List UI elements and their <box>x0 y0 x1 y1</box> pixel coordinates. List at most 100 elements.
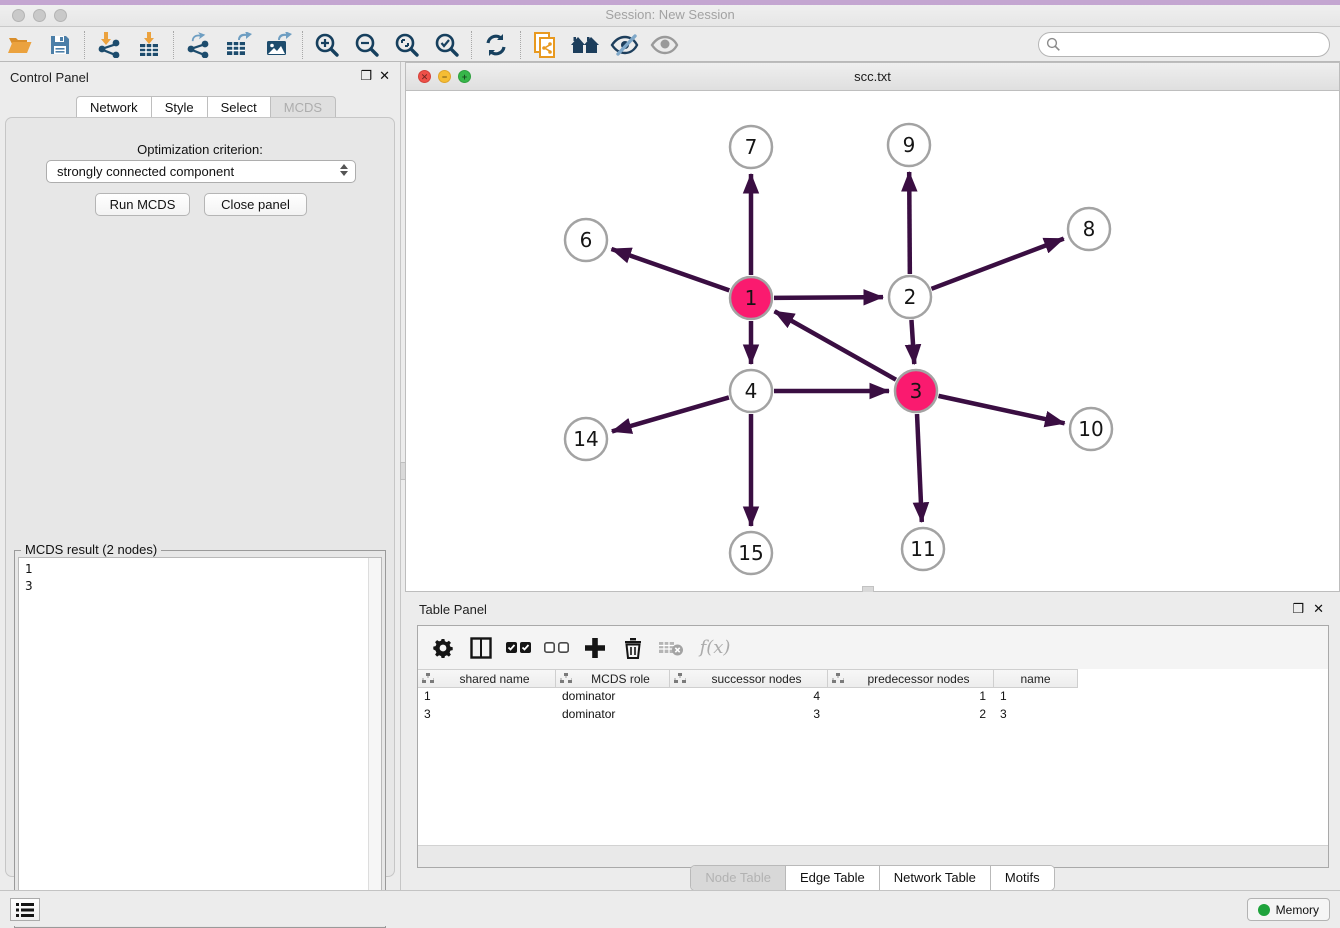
control-panel-close-icon[interactable]: ✕ <box>379 68 390 84</box>
deselect-all-icon[interactable] <box>540 633 574 663</box>
tree-hierarchy-icon <box>674 673 690 684</box>
table-cell[interactable]: 3 <box>994 706 1078 724</box>
toolbar-separator <box>520 31 521 59</box>
criterion-select[interactable]: strongly connected component <box>46 160 356 183</box>
split-columns-icon[interactable] <box>464 633 498 663</box>
search-input[interactable] <box>1038 32 1330 57</box>
table-cell[interactable]: 1 <box>828 688 994 706</box>
table-cell[interactable]: 1 <box>994 688 1078 706</box>
show-all-icon[interactable] <box>645 30 685 60</box>
control-panel-float-icon[interactable]: ❒ <box>360 68 372 84</box>
table-panel-header: Table Panel ❒ ✕ <box>405 592 1340 620</box>
main-toolbar <box>0 28 1340 62</box>
import-table-icon[interactable] <box>129 30 169 60</box>
table-panel-close-icon[interactable]: ✕ <box>1313 601 1324 617</box>
export-image-icon[interactable] <box>258 30 298 60</box>
network-canvas[interactable]: 1234678910111415 <box>406 91 1339 591</box>
table-row[interactable]: 3dominator323 <box>418 706 1328 724</box>
table-panel: Table Panel ❒ ✕ <box>405 592 1340 890</box>
right-region: ✕ − + scc.txt 1234678910111415 Table Pan… <box>405 62 1340 890</box>
open-session-icon[interactable] <box>0 30 40 60</box>
graph-edge-1-2[interactable] <box>774 297 883 298</box>
graph-node-label-14: 14 <box>573 427 598 451</box>
close-panel-button[interactable]: Close panel <box>204 193 307 216</box>
hide-selected-icon[interactable] <box>605 30 645 60</box>
table-cell[interactable]: 4 <box>670 688 828 706</box>
graph-edge-3-10[interactable] <box>938 396 1064 423</box>
graph-edge-2-3[interactable] <box>911 320 914 364</box>
zoom-fit-icon[interactable] <box>387 30 427 60</box>
graph-edge-3-1[interactable] <box>775 311 896 379</box>
control-panel: Control Panel ❒ ✕ NetworkStyleSelectMCDS… <box>0 62 400 890</box>
status-bar: Memory <box>0 890 1340 926</box>
table-cell[interactable]: 3 <box>670 706 828 724</box>
delete-table-icon <box>654 633 688 663</box>
tab-edge-table[interactable]: Edge Table <box>786 866 880 890</box>
tab-network[interactable]: Network <box>76 96 151 118</box>
graph-edge-2-8[interactable] <box>932 239 1064 289</box>
mcds-panel: Optimization criterion: strongly connect… <box>5 117 395 877</box>
table-panel-float-icon[interactable]: ❒ <box>1292 601 1304 617</box>
table-cell[interactable]: dominator <box>556 706 670 724</box>
export-network-icon[interactable] <box>178 30 218 60</box>
refresh-icon[interactable] <box>476 30 516 60</box>
column-header-shared-name[interactable]: shared name <box>418 670 556 687</box>
tab-node-table[interactable]: Node Table <box>691 866 786 890</box>
task-history-button[interactable] <box>10 898 40 921</box>
graph-node-label-10: 10 <box>1078 417 1103 441</box>
table-tab-group: Node TableEdge TableNetwork TableMotifs <box>690 865 1054 891</box>
column-header-successor-nodes[interactable]: successor nodes <box>670 670 828 687</box>
column-header-predecessor-nodes[interactable]: predecessor nodes <box>828 670 994 687</box>
tab-style[interactable]: Style <box>151 96 207 118</box>
memory-status-dot <box>1258 904 1270 916</box>
graph-node-label-8: 8 <box>1083 217 1096 241</box>
graph-edge-4-14[interactable] <box>612 397 729 431</box>
table-header-row: shared nameMCDS rolesuccessor nodesprede… <box>418 669 1078 688</box>
result-line: 3 <box>25 578 375 595</box>
graph-node-label-11: 11 <box>910 537 935 561</box>
tab-motifs[interactable]: Motifs <box>991 866 1054 890</box>
save-session-icon[interactable] <box>40 30 80 60</box>
table-cell[interactable]: dominator <box>556 688 670 706</box>
control-panel-header: Control Panel ❒ ✕ <box>0 62 400 90</box>
table-row[interactable]: 1dominator411 <box>418 688 1328 706</box>
select-all-icon[interactable] <box>502 633 536 663</box>
result-scrollbar[interactable] <box>368 558 381 923</box>
export-table-icon[interactable] <box>218 30 258 60</box>
mcds-result-box: MCDS result (2 nodes) 13 <box>14 550 386 928</box>
delete-column-icon[interactable] <box>616 633 650 663</box>
graph-node-label-6: 6 <box>580 228 593 252</box>
tab-select[interactable]: Select <box>207 96 270 118</box>
table-scroll-strip[interactable] <box>418 845 1328 867</box>
graph-edge-1-6[interactable] <box>611 249 729 290</box>
mcds-result-text[interactable]: 13 <box>18 557 382 924</box>
table-cell[interactable]: 2 <box>828 706 994 724</box>
clone-network-icon[interactable] <box>525 30 565 60</box>
table-cell[interactable]: 1 <box>418 688 556 706</box>
app-window: Session: New Session <box>0 0 1340 926</box>
toolbar-separator <box>173 31 174 59</box>
tab-network-table[interactable]: Network Table <box>880 866 991 890</box>
zoom-out-icon[interactable] <box>347 30 387 60</box>
window-title: Session: New Session <box>0 7 1340 22</box>
network-window-titlebar: ✕ − + scc.txt <box>406 63 1339 91</box>
run-mcds-button[interactable]: Run MCDS <box>95 193 190 216</box>
table-cell[interactable]: 3 <box>418 706 556 724</box>
zoom-in-icon[interactable] <box>307 30 347 60</box>
home-layout-icon[interactable] <box>565 30 605 60</box>
zoom-selected-icon[interactable] <box>427 30 467 60</box>
tab-mcds[interactable]: MCDS <box>270 96 336 118</box>
toolbar-separator <box>471 31 472 59</box>
import-network-icon[interactable] <box>89 30 129 60</box>
memory-button[interactable]: Memory <box>1247 898 1330 921</box>
optimization-criterion-label: Optimization criterion: <box>6 142 394 157</box>
graph-node-label-4: 4 <box>745 379 758 403</box>
add-column-icon[interactable] <box>578 633 612 663</box>
graph-edge-3-11[interactable] <box>917 414 922 522</box>
column-header-name[interactable]: name <box>994 670 1078 687</box>
network-window: ✕ − + scc.txt 1234678910111415 <box>405 62 1340 592</box>
gear-icon[interactable] <box>426 633 460 663</box>
graph-edge-2-9[interactable] <box>909 172 910 274</box>
mcds-result-title: MCDS result (2 nodes) <box>21 542 161 557</box>
column-header-MCDS-role[interactable]: MCDS role <box>556 670 670 687</box>
